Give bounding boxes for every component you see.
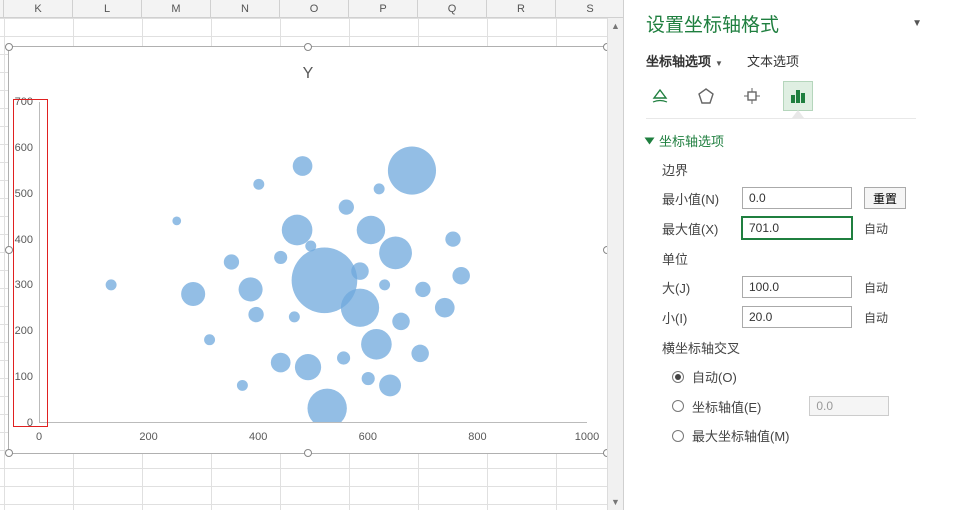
- axis-selection-rect: [13, 99, 48, 427]
- auto-label: 自动: [864, 309, 888, 326]
- worksheet-area[interactable]: K L M N O P Q R S Y: [0, 0, 624, 510]
- min-input[interactable]: [742, 187, 852, 209]
- x-tick-label: 600: [359, 431, 377, 443]
- radio-icon: [672, 430, 684, 442]
- col-header[interactable]: Q: [418, 0, 487, 17]
- minor-unit-input[interactable]: [742, 306, 852, 328]
- tab-axis-options[interactable]: 坐标轴选项▼: [646, 51, 723, 70]
- x-tick-label: 800: [468, 431, 486, 443]
- x-tick-label: 0: [36, 431, 42, 443]
- bounds-header: 边界: [662, 160, 954, 179]
- plot-area[interactable]: [39, 102, 587, 423]
- resize-handle[interactable]: [304, 449, 312, 457]
- chart-object[interactable]: Y 0100200300400500600700 020040060080010…: [8, 46, 608, 454]
- group-axis-options[interactable]: 坐标轴选项: [646, 131, 954, 150]
- major-unit-label: 大(J): [662, 278, 730, 297]
- min-label: 最小值(N): [662, 189, 730, 208]
- radio-icon: [672, 400, 684, 412]
- vertical-scrollbar[interactable]: ▲ ▼: [607, 18, 623, 510]
- cross-value-radio[interactable]: 坐标轴值(E): [672, 396, 954, 416]
- x-axis-labels[interactable]: 02004006008001000: [39, 431, 587, 445]
- size-properties-icon[interactable]: [738, 82, 766, 110]
- cross-auto-radio[interactable]: 自动(O): [672, 367, 954, 386]
- col-header[interactable]: P: [349, 0, 418, 17]
- scroll-down-icon[interactable]: ▼: [608, 494, 623, 510]
- col-header[interactable]: R: [487, 0, 556, 17]
- cross-value-input[interactable]: [809, 396, 889, 416]
- col-header[interactable]: K: [4, 0, 73, 17]
- cross-max-radio[interactable]: 最大坐标轴值(M): [672, 426, 954, 445]
- x-tick-label: 1000: [575, 431, 599, 443]
- resize-handle[interactable]: [304, 43, 312, 51]
- major-unit-input[interactable]: [742, 276, 852, 298]
- scroll-up-icon[interactable]: ▲: [608, 18, 623, 34]
- auto-label: 自动: [864, 220, 888, 237]
- fill-line-icon[interactable]: [646, 82, 674, 110]
- col-header[interactable]: O: [280, 0, 349, 17]
- col-header[interactable]: N: [211, 0, 280, 17]
- col-header[interactable]: L: [73, 0, 142, 17]
- tab-text-options[interactable]: 文本选项: [747, 51, 799, 70]
- pane-title-text: 设置坐标轴格式: [646, 10, 779, 37]
- resize-handle[interactable]: [5, 43, 13, 51]
- x-tick-label: 400: [249, 431, 267, 443]
- pane-menu-icon[interactable]: ▼: [908, 14, 926, 33]
- radio-icon: [672, 371, 684, 383]
- col-header[interactable]: M: [142, 0, 211, 17]
- expand-icon: [645, 137, 655, 144]
- x-tick-label: 200: [139, 431, 157, 443]
- chart-title[interactable]: Y: [9, 65, 607, 83]
- max-input[interactable]: [742, 217, 852, 239]
- effects-icon[interactable]: [692, 82, 720, 110]
- column-header-row: K L M N O P Q R S: [0, 0, 623, 18]
- format-axis-pane: 设置坐标轴格式 ▼ 坐标轴选项▼ 文本选项 坐标轴选项 边界: [624, 0, 954, 510]
- max-label: 最大值(X): [662, 219, 730, 238]
- minor-unit-label: 小(I): [662, 308, 730, 327]
- units-header: 单位: [662, 249, 954, 268]
- reset-button[interactable]: 重置: [864, 187, 906, 209]
- auto-label: 自动: [864, 279, 888, 296]
- resize-handle[interactable]: [5, 449, 13, 457]
- scroll-track[interactable]: [608, 34, 623, 494]
- axis-options-icon[interactable]: [784, 82, 812, 110]
- col-header[interactable]: S: [556, 0, 625, 17]
- cross-header: 横坐标轴交叉: [662, 338, 954, 357]
- pane-title: 设置坐标轴格式 ▼: [646, 10, 954, 37]
- chevron-down-icon: ▼: [715, 59, 723, 68]
